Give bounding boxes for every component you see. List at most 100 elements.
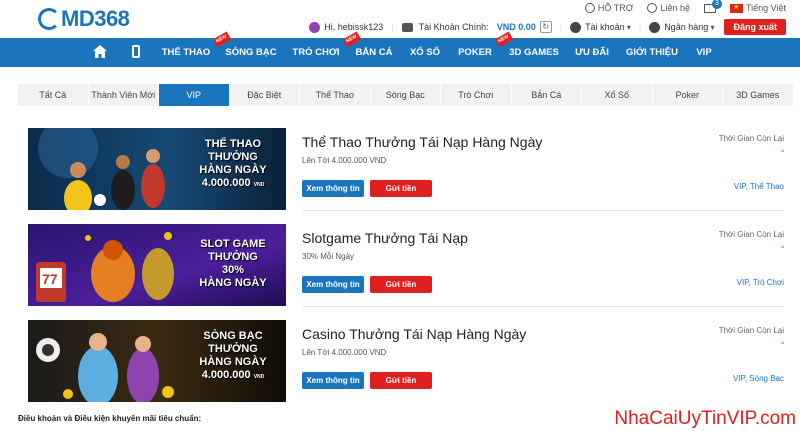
nav-label: SÒNG BẠC bbox=[225, 47, 277, 58]
flag-icon bbox=[729, 3, 743, 13]
tab-vip[interactable]: VIP bbox=[159, 84, 230, 106]
view-info-button[interactable]: Xem thông tin bbox=[302, 180, 364, 197]
support-link[interactable]: HỖ TRỢ bbox=[584, 3, 634, 13]
support-icon bbox=[584, 3, 595, 13]
time-left-label: Thời Gian Còn Lại bbox=[718, 230, 784, 239]
promo-title[interactable]: Thể Thao Thưởng Tái Nạp Hàng Ngày bbox=[302, 134, 542, 150]
nav-label: BẮN CÁ bbox=[355, 47, 393, 58]
tab-lottery[interactable]: Xổ Số bbox=[582, 84, 653, 106]
promo-banner-casino[interactable]: SÒNG BẠC THƯỞNG HÀNG NGÀY 4.000.000 VND bbox=[28, 320, 286, 402]
tab-fishing[interactable]: Bắn Cá bbox=[511, 84, 582, 106]
promo-title[interactable]: Slotgame Thưởng Tái Nạp bbox=[302, 230, 468, 246]
banner-caption: SLOT GAME THƯỞNG 30% HÀNG NGÀY bbox=[178, 238, 286, 290]
mail-count-badge: 3 bbox=[711, 0, 722, 9]
promo-subtitle: Lên Tới 4.000.000 VND bbox=[302, 348, 387, 357]
support-label: HỖ TRỢ bbox=[597, 3, 634, 13]
nav-label: TRÒ CHƠI bbox=[292, 47, 340, 58]
nav-item-promotions[interactable]: ƯU ĐÃI bbox=[572, 38, 612, 67]
deposit-button[interactable]: Gửi tiền bbox=[370, 276, 432, 293]
tab-poker[interactable]: Poker bbox=[652, 84, 723, 106]
nav-item-vip[interactable]: VIP bbox=[690, 38, 718, 67]
nav-item-3d-games[interactable]: NEW 3D GAMES bbox=[494, 31, 564, 67]
logo-mark-icon bbox=[38, 8, 60, 30]
tab-all[interactable]: Tất Cả bbox=[18, 84, 89, 106]
watermark: NhaCaiUyTinVIP.com bbox=[614, 408, 796, 429]
tab-sports[interactable]: Thể Thao bbox=[300, 84, 371, 106]
divider bbox=[302, 306, 784, 307]
top-links: HỖ TRỢ Liên hệ 3 Tiếng Việt bbox=[584, 0, 786, 13]
divider: | bbox=[559, 22, 563, 32]
time-left-label: Thời Gian Còn Lại bbox=[718, 326, 784, 335]
bank-menu[interactable]: Ngân hàng bbox=[664, 22, 714, 32]
banner-line: HÀNG NGÀY bbox=[199, 164, 267, 176]
banner-line: 30% bbox=[221, 264, 245, 276]
promo-tags: VIP, Trò Chơi bbox=[736, 278, 784, 287]
divider: | bbox=[638, 22, 642, 32]
view-info-button[interactable]: Xem thông tin bbox=[302, 276, 364, 293]
nav-label: 3D GAMES bbox=[509, 47, 559, 58]
banner-line: THỂ THAO bbox=[204, 138, 262, 150]
nav-label: THỂ THAO bbox=[161, 47, 211, 58]
nav-label: VIP bbox=[696, 47, 712, 58]
contact-link[interactable]: Liên hệ bbox=[647, 3, 690, 13]
logo-text: MD368 bbox=[61, 6, 130, 31]
time-left-value: - bbox=[781, 338, 784, 347]
banner-caption: SÒNG BẠC THƯỞNG HÀNG NGÀY 4.000.000 VND bbox=[178, 330, 286, 384]
language-selector[interactable]: Tiếng Việt bbox=[729, 3, 786, 13]
banner-unit: VND bbox=[253, 182, 265, 188]
banner-amount: 4.000.000 bbox=[201, 369, 251, 381]
language-label: Tiếng Việt bbox=[745, 3, 786, 13]
nav-item-sports[interactable]: THỂ THAO bbox=[158, 38, 214, 67]
promo-banner-sports[interactable]: THỂ THAO THƯỞNG HÀNG NGÀY 4.000.000 VND bbox=[28, 128, 286, 210]
contact-label: Liên hệ bbox=[660, 3, 690, 13]
tab-special[interactable]: Đặc Biệt bbox=[229, 84, 300, 106]
banner-line: 4.000.000 VND bbox=[178, 177, 286, 192]
banner-caption: THỂ THAO THƯỞNG HÀNG NGÀY 4.000.000 VND bbox=[178, 138, 286, 192]
bank-icon bbox=[649, 21, 661, 33]
promo-tags: VIP, Sòng Bạc bbox=[733, 374, 784, 383]
divider bbox=[302, 210, 784, 211]
banner-line: THƯỞNG bbox=[208, 151, 258, 163]
nav-item-games[interactable]: TRÒ CHƠI bbox=[288, 38, 344, 67]
promo-banner-slots[interactable]: 77 SLOT GAME THƯỞNG 30% HÀNG NGÀY bbox=[28, 224, 286, 306]
nav-label: GIỚI THIỆU bbox=[626, 47, 678, 58]
mail-link[interactable]: 3 bbox=[703, 0, 722, 13]
view-info-button[interactable]: Xem thông tin bbox=[302, 372, 364, 389]
nav-item-about[interactable]: GIỚI THIỆU bbox=[622, 38, 682, 67]
mobile-icon[interactable] bbox=[132, 45, 140, 58]
main-account-label: Tài Khoản Chính: bbox=[418, 22, 489, 32]
account-row: Hi, hebissk123 | Tài Khoản Chính: VND 0.… bbox=[309, 19, 786, 35]
banner-line: HÀNG NGÀY bbox=[199, 356, 267, 368]
tab-3d-games[interactable]: 3D Games bbox=[723, 84, 794, 106]
tab-casino[interactable]: Sòng Bạc bbox=[370, 84, 441, 106]
banner-line: SLOT GAME bbox=[200, 238, 266, 250]
banner-amount: 4.000.000 bbox=[201, 177, 251, 189]
refresh-icon[interactable]: ↻ bbox=[539, 21, 552, 33]
promo-subtitle: Lên Tới 4.000.000 VND bbox=[302, 156, 387, 165]
balance-value: VND 0.00 bbox=[496, 22, 536, 32]
deposit-button[interactable]: Gửi tiền bbox=[370, 372, 432, 389]
banner-line: 4.000.000 VND bbox=[178, 369, 286, 384]
nav-item-casino[interactable]: NEW SÒNG BẠC bbox=[212, 31, 280, 67]
deposit-button[interactable]: Gửi tiền bbox=[370, 180, 432, 197]
nav-item-fishing[interactable]: NEW BẮN CÁ bbox=[342, 31, 396, 67]
promo-card: 77 SLOT GAME THƯỞNG 30% HÀNG NGÀY Slotga… bbox=[28, 224, 784, 308]
logout-button[interactable]: Đăng xuất bbox=[724, 19, 786, 35]
category-tabs: Tất Cả Thành Viên Mới VIP Đặc Biệt Thể T… bbox=[18, 84, 794, 106]
account-menu[interactable]: Tài khoản bbox=[585, 22, 631, 32]
nav-label: XỔ SỐ bbox=[409, 47, 441, 58]
top-bar: MD368 HỖ TRỢ Liên hệ 3 Tiếng Việt Hi, he… bbox=[0, 0, 800, 38]
nav-item-poker[interactable]: POKER bbox=[454, 38, 496, 67]
main-nav: THỂ THAO NEW SÒNG BẠC TRÒ CHƠI NEW BẮN C… bbox=[0, 31, 800, 67]
tab-games[interactable]: Trò Chơi bbox=[441, 84, 512, 106]
site-logo[interactable]: MD368 bbox=[38, 6, 130, 31]
tab-new-member[interactable]: Thành Viên Mới bbox=[88, 84, 159, 106]
user-icon bbox=[570, 21, 582, 33]
wallet-icon bbox=[401, 22, 413, 32]
promo-title[interactable]: Casino Thưởng Tái Nạp Hàng Ngày bbox=[302, 326, 526, 342]
banner-line: THƯỞNG bbox=[208, 251, 258, 263]
home-icon[interactable] bbox=[93, 45, 107, 58]
nav-item-lottery[interactable]: XỔ SỐ bbox=[404, 38, 446, 67]
time-left-value: - bbox=[781, 242, 784, 251]
promo-card: THỂ THAO THƯỞNG HÀNG NGÀY 4.000.000 VND … bbox=[28, 128, 784, 212]
